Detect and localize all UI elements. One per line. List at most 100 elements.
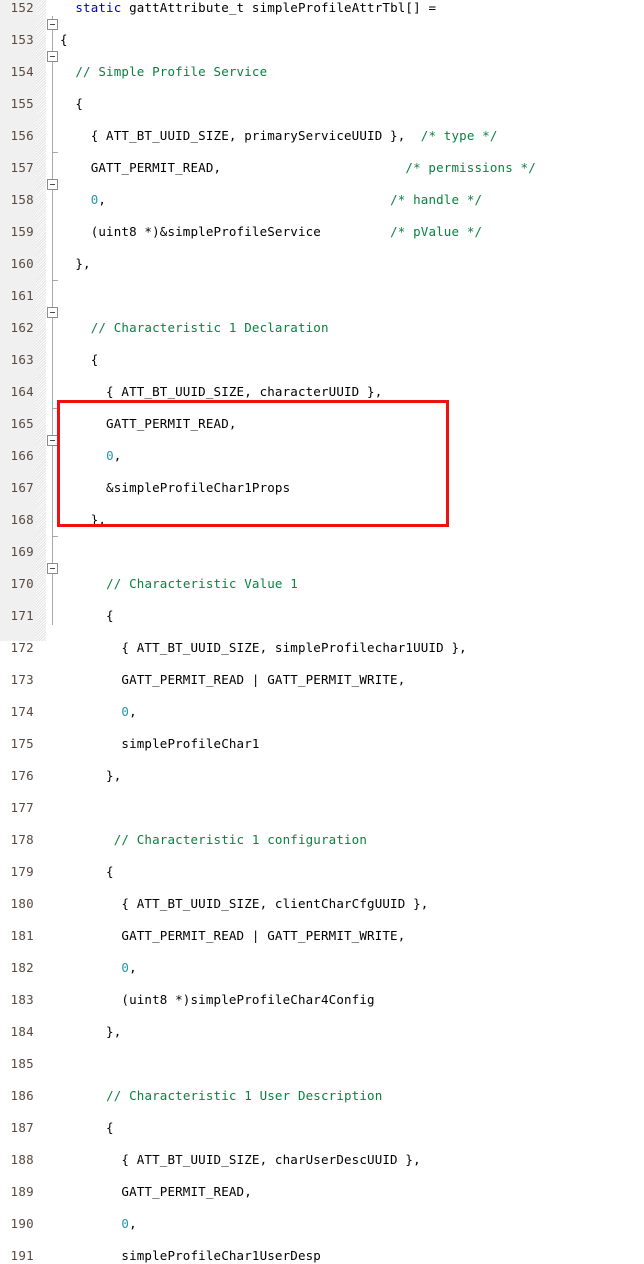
code-line[interactable]: 167 &simpleProfileChar1Props	[0, 480, 644, 496]
code-plain: },	[60, 512, 107, 527]
code-text: {	[60, 352, 99, 368]
line-number: 181	[10, 928, 34, 943]
code-line[interactable]: 156 { ATT_BT_UUID_SIZE, primaryServiceUU…	[0, 128, 644, 144]
code-text: &simpleProfileChar1Props	[60, 480, 290, 496]
code-plain: simpleProfileChar1	[60, 736, 260, 751]
code-line[interactable]: 181 GATT_PERMIT_READ | GATT_PERMIT_WRITE…	[0, 928, 644, 944]
code-line[interactable]: 170 // Characteristic Value 1	[0, 576, 644, 592]
code-text: {	[60, 32, 68, 48]
code-line[interactable]: 185	[0, 1056, 644, 1072]
code-plain	[60, 1088, 106, 1103]
code-line[interactable]: 186 // Characteristic 1 User Description	[0, 1088, 644, 1104]
code-line[interactable]: 165 GATT_PERMIT_READ,	[0, 416, 644, 432]
code-plain: },	[60, 256, 91, 271]
code-number: 0	[121, 1216, 130, 1231]
code-plain: },	[60, 768, 122, 783]
fold-collapse-box[interactable]	[47, 563, 58, 574]
fold-collapse-box[interactable]	[47, 19, 58, 30]
code-line[interactable]: 172 { ATT_BT_UUID_SIZE, simpleProfilecha…	[0, 640, 644, 656]
code-line[interactable]: 158 0, /* handle */	[0, 192, 644, 208]
code-line[interactable]: 163 {	[0, 352, 644, 368]
code-text: 0,	[60, 448, 121, 464]
line-number: 165	[10, 416, 34, 431]
code-line[interactable]: 184 },	[0, 1024, 644, 1040]
line-number: 162	[10, 320, 34, 335]
code-plain: (uint8 *)simpleProfileChar4Config	[60, 992, 375, 1007]
line-number: 164	[10, 384, 34, 399]
code-line[interactable]: 191 simpleProfileChar1UserDesp	[0, 1248, 644, 1264]
code-text: // Characteristic Value 1	[60, 576, 298, 592]
code-line[interactable]: 162 // Characteristic 1 Declaration	[0, 320, 644, 336]
code-text: 0, /* handle */	[60, 192, 482, 208]
code-line[interactable]: 179 {	[0, 864, 644, 880]
code-plain: },	[60, 1024, 122, 1039]
code-line[interactable]: 183 (uint8 *)simpleProfileChar4Config	[0, 992, 644, 1008]
line-number: 177	[10, 800, 34, 815]
code-line[interactable]: 166 0,	[0, 448, 644, 464]
code-line[interactable]: 188 { ATT_BT_UUID_SIZE, charUserDescUUID…	[0, 1152, 644, 1168]
code-plain: {	[60, 1120, 114, 1135]
code-lines-container: 152 static gattAttribute_t simpleProfile…	[0, 0, 644, 1263]
code-plain: { ATT_BT_UUID_SIZE, simpleProfilechar1UU…	[60, 640, 467, 655]
code-line[interactable]: 178 // Characteristic 1 configuration	[0, 832, 644, 848]
code-plain: {	[60, 608, 114, 623]
code-line[interactable]: 161	[0, 288, 644, 304]
code-comment: // Characteristic Value 1	[106, 576, 298, 591]
code-number: 0	[121, 704, 130, 719]
code-line[interactable]: 152 static gattAttribute_t simpleProfile…	[0, 0, 644, 16]
line-number: 166	[10, 448, 34, 463]
code-line[interactable]: 175 simpleProfileChar1	[0, 736, 644, 752]
code-text: {	[60, 864, 114, 880]
fold-collapse-box[interactable]	[47, 435, 58, 446]
code-plain: {	[60, 96, 84, 111]
code-text: (uint8 *)&simpleProfileService /* pValue…	[60, 224, 482, 240]
code-text: },	[60, 1024, 121, 1040]
code-plain	[60, 320, 91, 335]
code-line[interactable]: 157 GATT_PERMIT_READ, /* permissions */	[0, 160, 644, 176]
code-line[interactable]: 187 {	[0, 1120, 644, 1136]
code-line[interactable]: 169	[0, 544, 644, 560]
code-text: GATT_PERMIT_READ | GATT_PERMIT_WRITE,	[60, 928, 405, 944]
code-plain: ,	[98, 192, 391, 207]
line-number: 179	[10, 864, 34, 879]
code-line[interactable]: 173 GATT_PERMIT_READ | GATT_PERMIT_WRITE…	[0, 672, 644, 688]
line-number: 158	[10, 192, 34, 207]
line-number: 190	[10, 1216, 34, 1231]
code-text: GATT_PERMIT_READ | GATT_PERMIT_WRITE,	[60, 672, 405, 688]
fold-collapse-box[interactable]	[47, 179, 58, 190]
code-comment: /* pValue */	[390, 224, 483, 239]
code-line[interactable]: 155 {	[0, 96, 644, 112]
line-number: 182	[10, 960, 34, 975]
code-plain: GATT_PERMIT_READ | GATT_PERMIT_WRITE,	[60, 672, 406, 687]
code-text: {	[60, 608, 114, 624]
code-line[interactable]: 164 { ATT_BT_UUID_SIZE, characterUUID },	[0, 384, 644, 400]
code-plain: { ATT_BT_UUID_SIZE, clientCharCfgUUID },	[60, 896, 429, 911]
code-line[interactable]: 153 {	[0, 32, 644, 48]
fold-collapse-box[interactable]	[47, 307, 58, 318]
code-line[interactable]: 176 },	[0, 768, 644, 784]
line-number: 186	[10, 1088, 34, 1103]
code-line[interactable]: 177	[0, 800, 644, 816]
code-plain: ,	[129, 704, 137, 719]
code-line[interactable]: 190 0,	[0, 1216, 644, 1232]
code-line[interactable]: 160 },	[0, 256, 644, 272]
fold-collapse-box[interactable]	[47, 51, 58, 62]
code-text: 0,	[60, 960, 137, 976]
code-text: },	[60, 768, 121, 784]
code-line[interactable]: 168 },	[0, 512, 644, 528]
code-text: GATT_PERMIT_READ, /* permissions */	[60, 160, 536, 176]
code-plain: {	[60, 352, 99, 367]
code-line[interactable]: 189 GATT_PERMIT_READ,	[0, 1184, 644, 1200]
line-number: 168	[10, 512, 34, 527]
code-line[interactable]: 171 {	[0, 608, 644, 624]
code-line[interactable]: 174 0,	[0, 704, 644, 720]
line-number: 174	[10, 704, 34, 719]
code-line[interactable]: 182 0,	[0, 960, 644, 976]
code-line[interactable]: 154 // Simple Profile Service	[0, 64, 644, 80]
code-editor-view: 152 static gattAttribute_t simpleProfile…	[0, 0, 644, 1263]
code-line[interactable]: 180 { ATT_BT_UUID_SIZE, clientCharCfgUUI…	[0, 896, 644, 912]
code-plain: ,	[129, 1216, 137, 1231]
line-number: 167	[10, 480, 34, 495]
code-plain: GATT_PERMIT_READ,	[60, 160, 406, 175]
code-line[interactable]: 159 (uint8 *)&simpleProfileService /* pV…	[0, 224, 644, 240]
